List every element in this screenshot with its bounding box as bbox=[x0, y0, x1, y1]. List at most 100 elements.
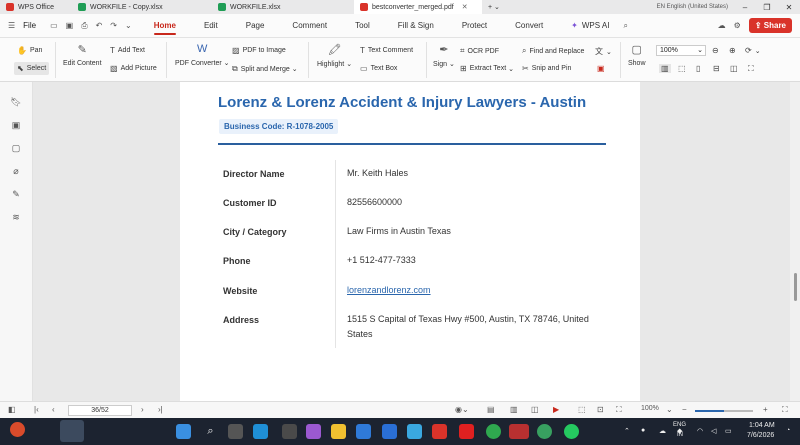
extract-text-button[interactable]: ⊞ Extract Text ⌄ bbox=[460, 64, 514, 73]
whatsapp-icon[interactable] bbox=[564, 424, 579, 439]
layers-icon[interactable]: ≋ bbox=[10, 211, 22, 223]
more-icon[interactable]: ⌄ bbox=[125, 21, 132, 30]
text-box-button[interactable]: ▭ Text Box bbox=[360, 64, 397, 73]
signature-icon[interactable]: ✎ bbox=[10, 188, 22, 200]
eye-icon[interactable]: ◉⌄ bbox=[455, 405, 469, 414]
zoom-select[interactable]: 100% ⌄ bbox=[656, 45, 706, 56]
play-icon[interactable]: ▶ bbox=[553, 405, 559, 414]
menu-protect[interactable]: Protect bbox=[448, 14, 501, 38]
menu-page[interactable]: Page bbox=[232, 14, 279, 38]
battery-icon[interactable]: ▭ bbox=[725, 427, 732, 435]
menu-tool[interactable]: Tool bbox=[341, 14, 384, 38]
save-icon[interactable]: ▣ bbox=[66, 21, 74, 30]
snip-pin-button[interactable]: ✂ Snip and Pin bbox=[522, 64, 571, 73]
edge-icon[interactable] bbox=[253, 424, 268, 439]
close-window-icon[interactable]: ✕ bbox=[778, 3, 800, 12]
weather-icon[interactable] bbox=[10, 422, 25, 437]
translate-button[interactable]: 文 ⌄ bbox=[595, 46, 612, 57]
show-button[interactable]: ▢ Show bbox=[628, 43, 646, 67]
share-button[interactable]: ⇪ Share bbox=[748, 18, 792, 33]
ocr-pdf-button[interactable]: ⌗ OCR PDF bbox=[460, 46, 499, 56]
onedrive-icon[interactable]: ☁ bbox=[659, 427, 666, 435]
zoom-out-button[interactable]: ⊖ bbox=[712, 46, 722, 55]
fit-page-status-icon[interactable]: ⊡ bbox=[597, 405, 604, 414]
continuous-view-icon[interactable]: ▥ bbox=[510, 405, 518, 414]
app-icon[interactable] bbox=[382, 424, 397, 439]
website-link[interactable]: lorenzandlorenz.com bbox=[347, 283, 431, 298]
menu-edit[interactable]: Edit bbox=[190, 14, 232, 38]
two-page-button[interactable]: ◫ bbox=[730, 64, 741, 73]
print-icon[interactable]: ⎙ bbox=[81, 21, 87, 31]
file-explorer-icon[interactable] bbox=[331, 424, 346, 439]
menu-wps-ai[interactable]: ✦ WPS AI bbox=[557, 14, 623, 38]
clock-date[interactable]: 7/6/2026 bbox=[747, 432, 774, 439]
find-replace-button[interactable]: ⌕ Find and Replace bbox=[522, 46, 584, 56]
redo-icon[interactable]: ↷ bbox=[110, 21, 117, 30]
copilot-icon[interactable] bbox=[306, 424, 321, 439]
lang-label[interactable]: ENG bbox=[673, 422, 686, 428]
task-view-icon[interactable] bbox=[228, 424, 243, 439]
zoom-percent[interactable]: 100% bbox=[641, 405, 659, 412]
search-icon[interactable]: ⌕ bbox=[203, 424, 218, 439]
zoom-minus-icon[interactable]: − bbox=[682, 405, 687, 414]
single-view-icon[interactable]: ▤ bbox=[487, 405, 495, 414]
text-comment-button[interactable]: T Text Comment bbox=[360, 46, 413, 55]
menu-home[interactable]: Home bbox=[140, 14, 190, 38]
tab-wps-office[interactable]: WPS Office bbox=[0, 0, 72, 14]
fit-width-button[interactable]: ⬚ bbox=[678, 64, 689, 73]
store-icon[interactable] bbox=[356, 424, 371, 439]
chrome-icon[interactable] bbox=[537, 424, 552, 439]
two-page-view-icon[interactable]: ◫ bbox=[531, 405, 539, 414]
pdf-to-image-button[interactable]: ▨ PDF to Image bbox=[232, 46, 286, 55]
add-picture-button[interactable]: ▧ Add Picture bbox=[110, 64, 157, 73]
prev-page-icon[interactable]: ‹ bbox=[52, 405, 55, 414]
fullscreen-button[interactable]: ⛶ bbox=[748, 64, 757, 74]
zoom-chevron-icon[interactable]: ⌄ bbox=[666, 405, 673, 414]
tab-bestconverter-pdf[interactable]: bestconverter_merged.pdf ✕ bbox=[354, 0, 482, 14]
tab-workfile[interactable]: WORKFILE.xlsx bbox=[212, 0, 354, 14]
single-page-button[interactable]: ▯ bbox=[696, 64, 703, 73]
search-icon[interactable]: ⌕ bbox=[623, 21, 627, 31]
first-page-icon[interactable]: |‹ bbox=[34, 405, 39, 414]
app-launcher-icon[interactable] bbox=[60, 420, 84, 442]
fit-width-status-icon[interactable]: ⬚ bbox=[578, 405, 586, 414]
hamburger-icon[interactable]: ☰ bbox=[8, 21, 15, 30]
close-tab-icon[interactable]: ✕ bbox=[462, 3, 468, 11]
edit-content-button[interactable]: ✎ Edit Content bbox=[63, 43, 102, 67]
app-icon[interactable] bbox=[509, 424, 529, 439]
sidebar-toggle-icon[interactable]: ◧ bbox=[8, 405, 16, 414]
fit-page-button[interactable]: ▥ bbox=[659, 64, 674, 73]
add-text-button[interactable]: T Add Text bbox=[110, 46, 145, 55]
page-number-input[interactable]: 36/52 bbox=[68, 405, 132, 416]
clock-time[interactable]: 1:04 AM bbox=[749, 422, 775, 429]
pan-button[interactable]: ✋ Pan bbox=[17, 46, 42, 55]
file-menu[interactable]: File bbox=[23, 21, 36, 30]
last-page-icon[interactable]: ›| bbox=[158, 405, 163, 414]
fit-screen-icon[interactable]: ⛶ bbox=[782, 405, 788, 415]
continuous-button[interactable]: ⊟ bbox=[713, 64, 723, 73]
new-tab-button[interactable]: + ⌄ bbox=[482, 0, 506, 14]
app-icon[interactable] bbox=[282, 424, 297, 439]
tray-app-icon[interactable]: ● bbox=[641, 427, 645, 434]
scrollbar-thumb[interactable] bbox=[794, 273, 797, 301]
menu-fill-sign[interactable]: Fill & Sign bbox=[384, 14, 448, 38]
split-merge-button[interactable]: ⧉ Split and Merge ⌄ bbox=[232, 64, 298, 74]
restore-icon[interactable]: ❐ bbox=[756, 3, 778, 12]
wps-icon[interactable] bbox=[432, 424, 447, 439]
highlight-button[interactable]: 🖍 Highlight ⌄ bbox=[317, 43, 352, 68]
bookmark-icon[interactable]: 🔖︎ bbox=[10, 96, 22, 108]
next-page-icon[interactable]: › bbox=[141, 405, 144, 414]
minimize-icon[interactable]: – bbox=[734, 3, 756, 12]
thumbnail-icon[interactable]: ▣ bbox=[10, 119, 22, 131]
volume-icon[interactable]: ◁ bbox=[711, 427, 716, 435]
rotate-button[interactable]: ⟳ ⌄ bbox=[745, 46, 761, 55]
undo-icon[interactable]: ↶ bbox=[96, 21, 103, 30]
start-icon[interactable] bbox=[176, 424, 191, 439]
attachment-icon[interactable]: ⌀ bbox=[10, 165, 22, 177]
vertical-scrollbar[interactable] bbox=[790, 82, 800, 401]
open-folder-icon[interactable]: ▭ bbox=[50, 21, 58, 30]
tab-workfile-copy[interactable]: WORKFILE - Copy.xlsx bbox=[72, 0, 212, 14]
zoom-plus-icon[interactable]: + bbox=[763, 405, 768, 414]
comment-icon[interactable]: ▢ bbox=[10, 142, 22, 154]
pdf-converter-button[interactable]: W PDF Converter ⌄ bbox=[175, 43, 230, 67]
